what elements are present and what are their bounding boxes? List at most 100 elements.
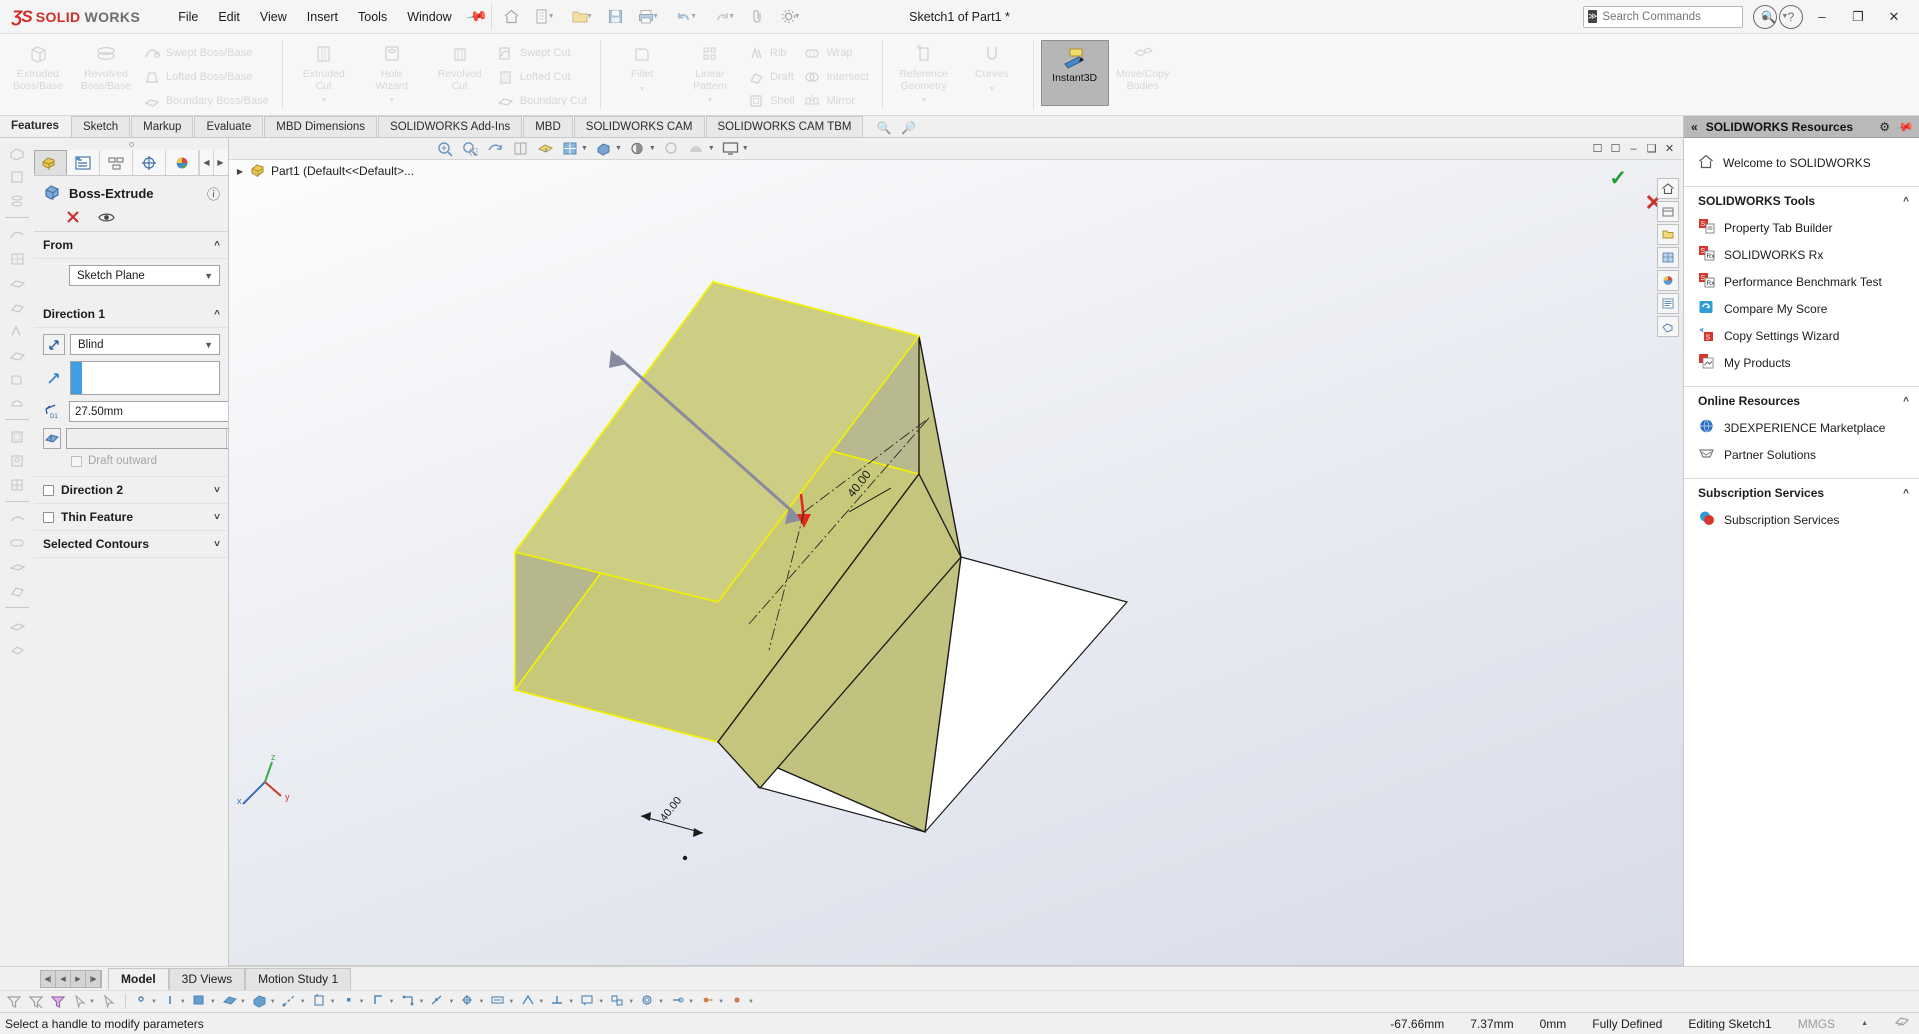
design-library-icon[interactable] xyxy=(1657,201,1679,222)
reference-geometry-dropdown-icon[interactable]: ▼ xyxy=(920,95,927,107)
copy-settings-wizard-item[interactable]: S Copy Settings Wizard xyxy=(1684,322,1919,349)
section-header-direction2[interactable]: Direction 2 ˅ xyxy=(34,476,228,504)
dome-tool-icon[interactable] xyxy=(5,392,29,413)
section-solidworks-tools[interactable]: SOLIDWORKS Tools ^ xyxy=(1684,186,1919,214)
chevron-down-icon[interactable]: ▼ xyxy=(708,145,715,152)
chevron-down-icon[interactable]: ▼ xyxy=(210,999,216,1005)
pin-icon[interactable]: 📌 xyxy=(1894,116,1914,136)
display-style-icon[interactable] xyxy=(558,139,582,159)
depth-input[interactable] xyxy=(70,405,228,418)
instant3d-button[interactable]: Instant3D xyxy=(1040,40,1109,106)
eye-icon[interactable] xyxy=(98,211,115,224)
print-icon[interactable]: ▼ xyxy=(630,4,666,30)
weldment-tool-icon[interactable] xyxy=(5,638,29,659)
save-icon[interactable] xyxy=(602,4,628,30)
tab-sketch[interactable]: Sketch xyxy=(70,116,131,137)
subscription-services-item[interactable]: Subscription Services xyxy=(1684,506,1919,533)
hole-tool-icon[interactable] xyxy=(5,450,29,471)
close-view-icon[interactable]: ✕ xyxy=(1661,141,1678,157)
filter-centerlines-icon[interactable]: ▼ xyxy=(458,992,486,1012)
filter-dowel-symbols-icon[interactable]: ▼ xyxy=(668,992,696,1012)
revolved-cut-button[interactable]: Revolved Cut xyxy=(426,37,494,92)
chevron-down-icon[interactable]: ▼ xyxy=(538,999,544,1005)
help-icon[interactable]: ? xyxy=(1779,4,1803,29)
draft-angle-field[interactable]: ▲ ▼ xyxy=(66,428,228,449)
viewport-icon[interactable] xyxy=(719,139,743,159)
reverse-direction-icon[interactable] xyxy=(43,334,65,355)
performance-benchmark-test-item[interactable]: S Rx Performance Benchmark Test xyxy=(1684,268,1919,295)
tab-nav-buttons[interactable]: ◀| ◀ ▶ |▶ xyxy=(40,969,102,988)
redo-icon[interactable]: ▼ xyxy=(706,4,742,30)
draft-tool-icon[interactable] xyxy=(5,344,29,365)
chevron-down-icon[interactable]: ▼ xyxy=(180,999,186,1005)
section-header-selected-contours[interactable]: Selected Contours ˅ xyxy=(34,531,228,558)
edit-appearance-icon[interactable] xyxy=(626,139,650,159)
panel-grip[interactable] xyxy=(34,138,228,150)
compare-my-score-item[interactable]: Compare My Score xyxy=(1684,295,1919,322)
filter-sketch-points-icon[interactable]: ▼ xyxy=(340,992,367,1012)
chevron-down-icon[interactable]: ▼ xyxy=(718,999,724,1005)
shell-button[interactable]: Shell xyxy=(744,89,800,112)
maximize-view-icon[interactable]: ☐ xyxy=(1607,141,1624,157)
extruded-cut-dropdown-icon[interactable]: ▼ xyxy=(320,95,327,107)
filter-cosmetic-threads-icon[interactable]: ▼ xyxy=(638,992,666,1012)
configuration-manager-tab[interactable] xyxy=(100,150,133,175)
chevron-down-icon[interactable]: ▼ xyxy=(419,999,425,1005)
3dexperience-marketplace-item[interactable]: 3DEXPERIENCE Marketplace xyxy=(1684,414,1919,441)
revolved-boss-base-button[interactable]: Revolved Boss/Base xyxy=(72,37,140,92)
filter-edges-icon[interactable]: ▼ xyxy=(161,992,188,1012)
graphics-area[interactable]: ▼ ▼ ▼ ▼ ▼ ☐ ☐ – ❑ ✕ ▶ Part1 (Default<<De… xyxy=(229,138,1683,966)
section-header-from[interactable]: From ^ xyxy=(34,232,228,259)
reference-geometry-button[interactable]: Reference Geometry ▼ xyxy=(890,37,958,107)
appearances-icon[interactable] xyxy=(1657,270,1679,291)
filter-welds-icon[interactable]: ▼ xyxy=(548,992,576,1012)
hide-show-items-icon[interactable] xyxy=(592,139,616,159)
extruded-cut-tool-icon[interactable] xyxy=(5,166,29,187)
tabs-scroll-right-icon[interactable]: ▶ xyxy=(213,150,227,175)
curves-dropdown-icon[interactable]: ▼ xyxy=(988,84,995,96)
swept-tool-icon[interactable] xyxy=(5,224,29,245)
search-input[interactable] xyxy=(1602,10,1757,23)
home-view-icon[interactable] xyxy=(1657,178,1679,199)
chevron-down-icon[interactable]: ˅ xyxy=(214,539,220,550)
chevron-down-icon[interactable]: ▼ xyxy=(448,999,454,1005)
view-orientation-icon[interactable] xyxy=(533,139,557,159)
chevron-down-icon[interactable]: ▼ xyxy=(508,999,514,1005)
direction-reference-listbox[interactable] xyxy=(70,361,220,395)
nav-prev-icon[interactable]: ◀ xyxy=(56,970,71,987)
chevron-down-icon[interactable]: ▼ xyxy=(270,999,276,1005)
confirm-ok-badge[interactable]: ✓ xyxy=(1609,166,1627,191)
thin-feature-checkbox[interactable] xyxy=(43,511,54,523)
options-gear-icon[interactable]: ▼ xyxy=(772,4,808,30)
section-header-thin-feature[interactable]: Thin Feature ˅ xyxy=(34,504,228,531)
rib-button[interactable]: Rib xyxy=(744,41,800,64)
draft-outward-row[interactable]: Draft outward xyxy=(43,455,220,467)
clear-filter-icon[interactable] xyxy=(26,992,46,1012)
lofted-tool-icon[interactable] xyxy=(5,272,29,293)
restore-down-view-icon[interactable]: ❑ xyxy=(1643,141,1660,157)
dimxpert-manager-tab[interactable] xyxy=(133,150,166,175)
filter-icon[interactable] xyxy=(4,992,24,1012)
section-subscription-services[interactable]: Subscription Services ^ xyxy=(1684,478,1919,506)
spinner-up-icon[interactable]: ▲ xyxy=(227,429,228,439)
chevron-up-icon[interactable]: ^ xyxy=(214,240,220,251)
view-settings-icon[interactable] xyxy=(685,139,709,159)
pin-icon[interactable]: 📌 xyxy=(464,5,488,29)
revolved-tool-icon[interactable] xyxy=(5,190,29,211)
new-document-icon[interactable]: ▼ xyxy=(526,4,562,30)
feature-tree-root-row[interactable]: ▶ Part1 (Default<<Default>... xyxy=(229,160,1683,182)
tabs-scroll-left-icon[interactable]: ◀ xyxy=(199,150,213,175)
attach-icon[interactable] xyxy=(744,4,770,30)
open-folder-icon[interactable]: ▼ xyxy=(564,4,600,30)
new-home-icon[interactable] xyxy=(498,4,524,30)
sheetmetal-tool-icon[interactable] xyxy=(5,614,29,635)
menu-item-view[interactable]: View xyxy=(250,6,297,28)
filter-surface-finish-icon[interactable]: ▼ xyxy=(518,992,546,1012)
draft-angle-icon[interactable] xyxy=(43,428,61,449)
menu-item-insert[interactable]: Insert xyxy=(297,6,348,28)
zoom-to-fit-icon[interactable] xyxy=(433,139,457,159)
tab-features[interactable]: Features xyxy=(0,116,70,137)
filter-midpoints-icon[interactable]: ▼ xyxy=(399,992,427,1012)
file-explorer-icon[interactable] xyxy=(1657,224,1679,245)
units-label[interactable]: MMGS xyxy=(1798,1017,1835,1031)
